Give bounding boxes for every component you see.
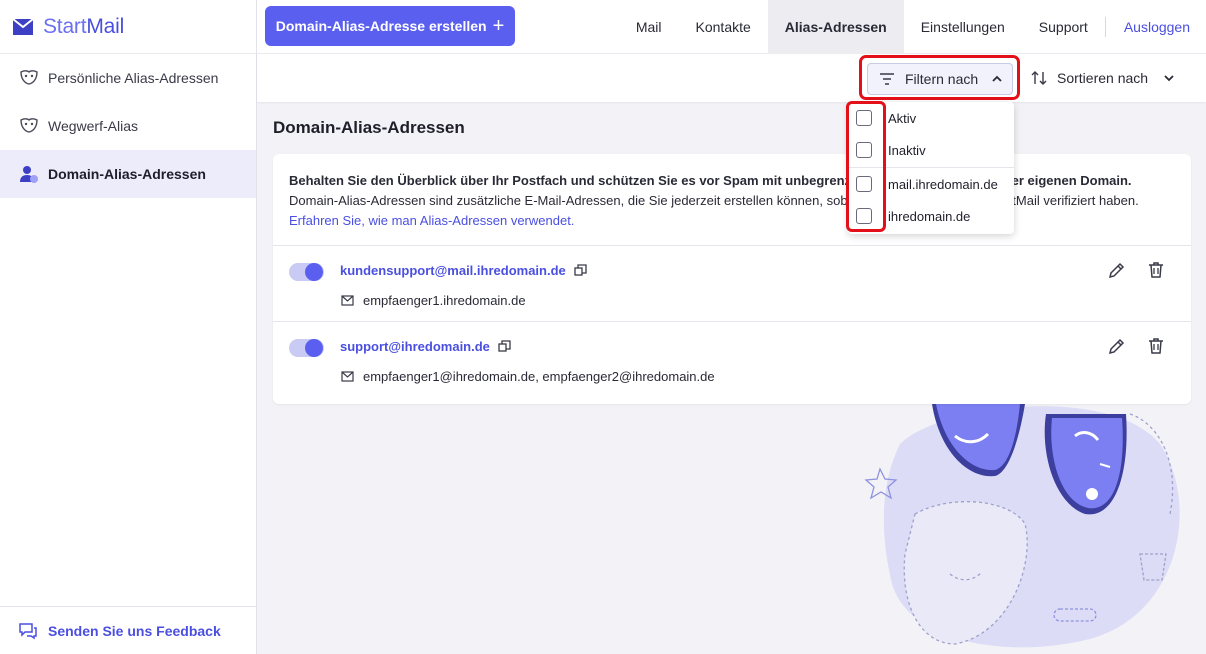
logout-link[interactable]: Ausloggen [1106,0,1206,54]
recipients-text: empfaenger1@ihredomain.de, empfaenger2@i… [363,369,715,384]
recipients-text: empfaenger1.ihredomain.de [363,293,526,308]
tab-alias-addresses[interactable]: Alias-Adressen [767,0,904,54]
alias-toggle[interactable] [289,339,324,357]
plus-icon: + [492,15,505,37]
top-nav: Mail Kontakte Alias-Adressen Einstellung… [619,0,1206,54]
trash-icon[interactable] [1147,260,1165,280]
tab-settings[interactable]: Einstellungen [904,0,1022,54]
mask-icon [18,115,40,137]
sort-label: Sortieren nach [1057,70,1149,86]
sidebar-item-personal-alias[interactable]: Persönliche Alias-Adressen [0,54,256,102]
alias-address: kundensupport@mail.ihredomain.de [340,263,587,278]
chat-bubble-icon [18,622,38,640]
sort-button[interactable]: Sortieren nach [1031,54,1174,102]
toggle-knob [305,339,323,357]
mask-icon [18,67,40,89]
alias-address-text: kundensupport@mail.ihredomain.de [340,263,566,278]
chevron-down-icon [1164,74,1174,82]
filter-bar: Filtern nach Sortieren nach [257,54,1206,102]
logo-text: StartMail [43,14,125,38]
trash-icon[interactable] [1147,336,1165,356]
alias-row: support@ihredomain.de empfaenger1@ihredo… [273,321,1191,397]
alias-recipients: empfaenger1.ihredomain.de [341,293,526,308]
alias-address: support@ihredomain.de [340,339,511,354]
tab-support[interactable]: Support [1022,0,1105,54]
edit-pencil-icon[interactable] [1107,336,1127,356]
edit-pencil-icon[interactable] [1107,260,1127,280]
forward-mail-icon [341,295,354,306]
startmail-logo[interactable]: StartMail [0,0,256,54]
user-domain-icon [18,163,40,185]
tab-mail[interactable]: Mail [619,0,679,54]
feedback-link[interactable]: Senden Sie uns Feedback [0,606,256,654]
page-title: Domain-Alias-Adressen [273,118,465,137]
alias-toggle[interactable] [289,263,324,281]
alias-row: kundensupport@mail.ihredomain.de empfaen… [273,245,1191,321]
sidebar-item-label: Domain-Alias-Adressen [48,166,206,182]
create-button-label: Domain-Alias-Adresse erstellen [275,18,487,34]
top-bar: Domain-Alias-Adresse erstellen + Mail Ko… [257,0,1206,54]
sidebar-item-label: Wegwerf-Alias [48,118,138,134]
sort-arrows-icon [1031,70,1047,86]
filter-button-highlight [859,55,1020,100]
learn-more-link[interactable]: Erfahren Sie, wie man Alias-Adressen ver… [289,213,574,228]
alias-address-text: support@ihredomain.de [340,339,490,354]
create-domain-alias-button[interactable]: Domain-Alias-Adresse erstellen + [265,6,515,46]
feedback-label: Senden Sie uns Feedback [48,622,221,639]
option-label: mail.ihredomain.de [888,176,998,192]
copy-icon[interactable] [498,340,511,353]
checkbox-column-highlight [846,101,886,232]
option-label: Inaktiv [888,142,926,158]
forward-mail-icon [341,371,354,382]
toggle-knob [305,263,323,281]
sidebar: StartMail Persönliche Alias-Adressen Weg… [0,0,257,654]
domain-alias-card: Behalten Sie den Überblick über Ihr Post… [273,154,1191,404]
sidebar-item-domain-alias[interactable]: Domain-Alias-Adressen [0,150,256,198]
row-actions [1107,336,1165,356]
envelope-logo-icon [12,17,34,36]
sidebar-item-disposable-alias[interactable]: Wegwerf-Alias [0,102,256,150]
option-label: ihredomain.de [888,208,971,224]
theater-masks-illustration [860,404,1200,654]
row-actions [1107,260,1165,280]
alias-recipients: empfaenger1@ihredomain.de, empfaenger2@i… [341,369,715,384]
copy-icon[interactable] [574,264,587,277]
intro-text: Behalten Sie den Überblick über Ihr Post… [289,171,1169,231]
option-label: Aktiv [888,110,917,126]
tab-contacts[interactable]: Kontakte [679,0,768,54]
sidebar-item-label: Persönliche Alias-Adressen [48,70,219,86]
